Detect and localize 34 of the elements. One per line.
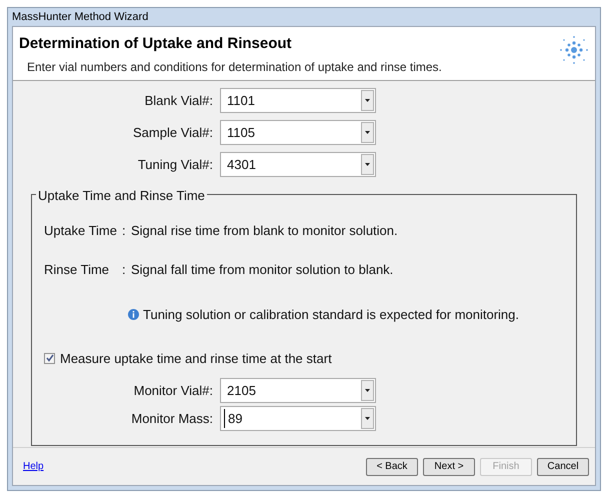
combo-box[interactable]: 1101 [220,88,376,113]
dropdown-arrow-icon [365,163,370,166]
combo-box[interactable]: 2105 [220,378,376,403]
page-subtitle: Enter vial numbers and conditions for determination of uptake and rinse times. [27,58,442,76]
sparkle-logo-icon [559,35,589,65]
page-title: Determination of Uptake and Rinseout [19,34,293,54]
wizard-button[interactable]: Next > [423,458,475,476]
combo-box[interactable]: 89 [220,406,376,431]
dropdown-arrow-icon [365,131,370,134]
dropdown-arrow-icon [365,417,370,420]
wizard-button[interactable]: Cancel [537,458,589,476]
window-title: MassHunter Method Wizard [12,10,148,25]
term-label: Rinse Time [44,260,110,278]
term-label: Uptake Time [44,222,118,240]
info-note: Tuning solution or calibration standard is expected for monitoring. [143,306,520,324]
combo-box[interactable]: 4301 [220,152,376,177]
term-definition: Signal rise time from blank to monitor solution. [131,222,398,240]
check-icon [46,354,54,362]
info-icon [128,309,139,320]
checkbox-label[interactable]: Measure uptake time and rinse time at the start [60,348,332,368]
help-link[interactable]: Help [23,459,44,474]
separator: : [122,260,127,278]
wizard-button[interactable]: < Back [366,458,418,476]
field-label: Sample Vial#: [132,124,214,142]
field-label: Tuning Vial#: [136,156,214,174]
field-label: Blank Vial#: [144,92,214,110]
dropdown-arrow-icon [365,99,370,102]
checkbox[interactable] [44,352,55,364]
dropdown-arrow-icon [365,389,370,392]
separator: : [122,222,127,240]
term-definition: Signal fall time from monitor solution to blank. [131,260,394,279]
field-label: Monitor Mass: [130,410,214,428]
combo-box[interactable]: 1105 [220,120,376,145]
field-label: Monitor Vial#: [132,382,214,400]
